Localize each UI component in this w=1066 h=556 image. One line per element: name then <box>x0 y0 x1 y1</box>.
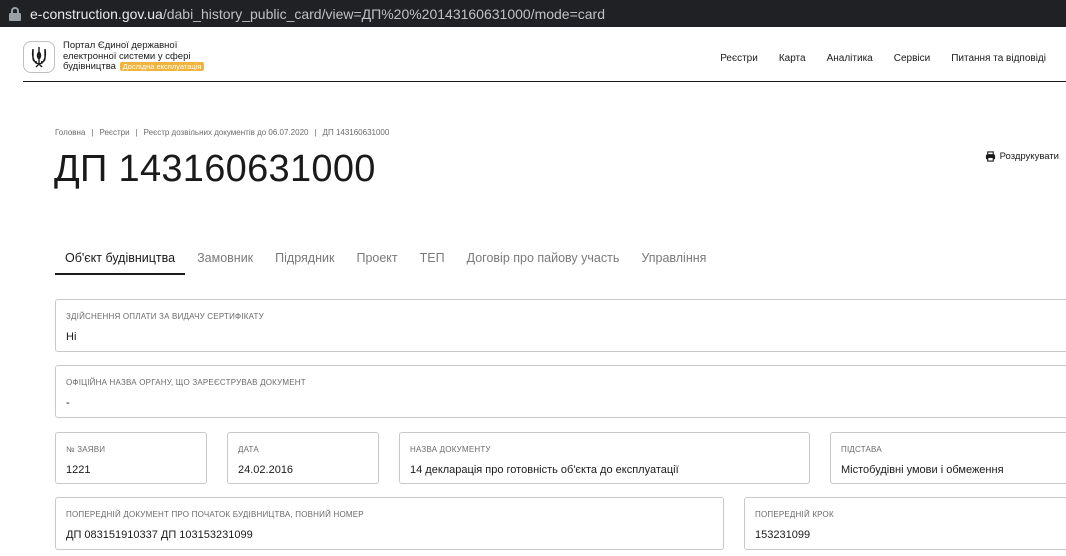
printer-icon <box>985 151 995 162</box>
brand-line-1: Портал Єдиної державної <box>63 40 178 51</box>
field-label: ЗДІЙСНЕННЯ ОПЛАТИ ЗА ВИДАЧУ СЕРТИФІКАТУ <box>66 312 264 321</box>
nav-services[interactable]: Сервіси <box>894 53 930 64</box>
field-value: - <box>66 397 70 409</box>
header-divider <box>23 81 1066 82</box>
breadcrumb: Головна | Реєстри | Реєстр дозвільних до… <box>55 128 389 137</box>
breadcrumb-separator: | <box>91 128 94 137</box>
trident-logo-icon[interactable] <box>23 41 55 73</box>
brand-text[interactable]: Портал Єдиної державної електронної сист… <box>63 40 223 73</box>
breadcrumb-registries[interactable]: Реєстри <box>99 128 129 137</box>
field-value: 1221 <box>66 464 91 476</box>
field-label: ПОПЕРЕДНІЙ КРОК <box>755 510 834 519</box>
page-title: ДП 143160631000 <box>54 148 376 190</box>
main-nav: Реєстри Карта Аналітика Сервіси Питання … <box>720 53 1046 64</box>
field-previous-step: ПОПЕРЕДНІЙ КРОК 153231099 <box>744 497 1066 550</box>
breadcrumb-home[interactable]: Головна <box>55 128 85 137</box>
brand-line-3: будівництва <box>63 61 116 72</box>
tab-shared-participation[interactable]: Договір про пайову участь <box>457 248 630 275</box>
tab-management[interactable]: Управління <box>631 248 716 275</box>
field-payment: ЗДІЙСНЕННЯ ОПЛАТИ ЗА ВИДАЧУ СЕРТИФІКАТУ … <box>55 299 1066 352</box>
field-value: 14 декларація про готовність об'єкта до … <box>410 464 679 476</box>
site-header: Портал Єдиної державної електронної сист… <box>0 27 1066 82</box>
tab-tep[interactable]: ТЕП <box>410 248 455 275</box>
print-button[interactable]: Роздрукувати <box>985 151 1059 162</box>
field-label: ДАТА <box>238 445 259 454</box>
field-label: НАЗВА ДОКУМЕНТУ <box>410 445 491 454</box>
field-label: № ЗАЯВИ <box>66 445 106 454</box>
field-authority: ОФІЦІЙНА НАЗВА ОРГАНУ, ЩО ЗАРЕЄСТРУВАВ Д… <box>55 365 1066 418</box>
tab-contractor[interactable]: Підрядник <box>265 248 344 275</box>
field-date: ДАТА 24.02.2016 <box>227 432 379 484</box>
field-value: Містобудівні умови і обмеження <box>841 464 1004 476</box>
url-text[interactable]: e-construction.gov.ua/dabi_history_publi… <box>30 6 605 22</box>
trial-badge: Дослідна експлуатація <box>119 62 205 71</box>
field-previous-document: ПОПЕРЕДНІЙ ДОКУМЕНТ ПРО ПОЧАТОК БУДІВНИЦ… <box>55 497 724 550</box>
nav-map[interactable]: Карта <box>779 53 806 64</box>
breadcrumb-current: ДП 143160631000 <box>322 128 390 137</box>
tab-project[interactable]: Проект <box>346 248 407 275</box>
breadcrumb-separator: | <box>135 128 138 137</box>
field-document-name: НАЗВА ДОКУМЕНТУ 14 декларація про готовн… <box>399 432 810 484</box>
nav-faq[interactable]: Питання та відповіді <box>951 53 1046 64</box>
browser-address-bar[interactable]: e-construction.gov.ua/dabi_history_publi… <box>0 0 1066 27</box>
url-host: e-construction.gov.ua <box>30 5 163 22</box>
field-value: 153231099 <box>755 529 811 541</box>
field-basis: ПІДСТАВА Містобудівні умови і обмеження <box>830 432 1066 484</box>
tab-object[interactable]: Об'єкт будівництва <box>55 248 186 275</box>
field-label: ПІДСТАВА <box>841 445 882 454</box>
tab-bar: Об'єкт будівництва Замовник Підрядник Пр… <box>55 248 718 275</box>
field-value: 24.02.2016 <box>238 464 294 476</box>
lock-icon[interactable] <box>8 6 22 21</box>
print-label: Роздрукувати <box>999 151 1059 162</box>
field-label: ПОПЕРЕДНІЙ ДОКУМЕНТ ПРО ПОЧАТОК БУДІВНИЦ… <box>66 510 364 519</box>
breadcrumb-separator: | <box>314 128 317 137</box>
field-label: ОФІЦІЙНА НАЗВА ОРГАНУ, ЩО ЗАРЕЄСТРУВАВ Д… <box>66 378 306 387</box>
nav-analytics[interactable]: Аналітика <box>827 53 873 64</box>
nav-registries[interactable]: Реєстри <box>720 53 758 64</box>
tab-customer[interactable]: Замовник <box>187 248 263 275</box>
field-value: ДП 083151910337 ДП 103153231099 <box>66 529 253 541</box>
field-value: Ні <box>66 331 77 343</box>
breadcrumb-registry[interactable]: Реєстр дозвільних документів до 06.07.20… <box>144 128 309 137</box>
url-path: /dabi_history_public_card/view=ДП%20%201… <box>162 5 606 22</box>
field-application-number: № ЗАЯВИ 1221 <box>55 432 207 484</box>
